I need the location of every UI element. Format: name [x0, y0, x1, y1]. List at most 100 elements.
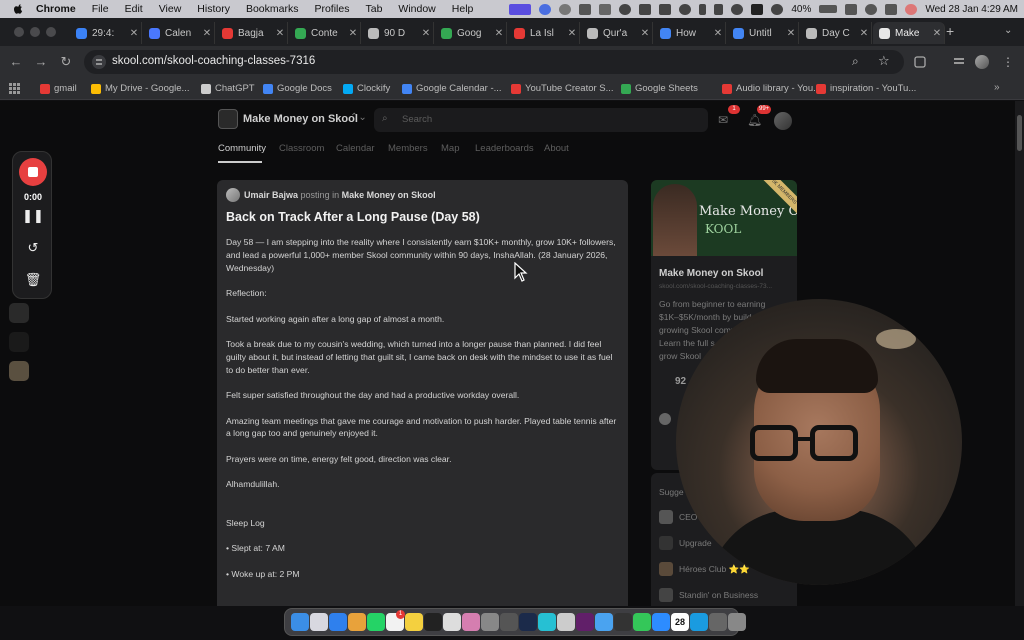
menu-history[interactable]: History [197, 3, 230, 15]
sidebar-app-icon-2[interactable] [9, 332, 29, 352]
browser-tab[interactable]: Bagja ✕ [216, 22, 288, 44]
admin-avatar[interactable] [659, 413, 671, 425]
browser-tab[interactable]: Goog ✕ [435, 22, 507, 44]
menu-window[interactable]: Window [398, 3, 435, 15]
dock-photos-icon[interactable] [462, 613, 480, 631]
siri-icon[interactable] [905, 3, 918, 15]
tab-members[interactable]: Members [388, 143, 428, 154]
browser-tab[interactable]: 90 D ✕ [362, 22, 434, 44]
battery-icon[interactable] [819, 5, 838, 13]
suggested-community-item[interactable]: CEO [659, 510, 697, 524]
dock-chrome-icon[interactable] [348, 613, 366, 631]
bookmark-item[interactable]: Google Calendar -... [402, 83, 502, 94]
group-name[interactable]: Make Money on Skool [243, 113, 358, 125]
dock-reminders-icon[interactable]: 1 [386, 610, 405, 631]
site-info-icon[interactable] [92, 55, 106, 69]
spotlight-icon[interactable] [865, 3, 878, 15]
zoom-window-button[interactable] [46, 27, 56, 37]
post-card[interactable]: Umair Bajwa posting in Make Money on Sko… [217, 180, 628, 606]
close-tab-icon[interactable]: ✕ [930, 28, 944, 39]
dock-system-settings-icon[interactable] [481, 613, 499, 631]
dock-terminal-icon[interactable] [424, 613, 442, 631]
menu-profiles[interactable]: Profiles [314, 3, 349, 15]
reading-list-icon[interactable] [952, 55, 966, 69]
dock-lightroom-icon[interactable] [519, 613, 537, 631]
bookmark-item[interactable]: YouTube Creator S... [511, 83, 614, 94]
url-text[interactable]: skool.com/skool-coaching-classes-7316 [112, 55, 315, 67]
new-tab-button[interactable]: + [946, 23, 954, 39]
close-tab-icon[interactable]: ✕ [784, 28, 798, 39]
browser-tab[interactable]: Calen ✕ [143, 22, 215, 44]
close-tab-icon[interactable]: ✕ [200, 28, 214, 39]
dock-trash-icon[interactable] [728, 613, 746, 631]
author-name[interactable]: Umair Bajwa [244, 190, 298, 200]
suggested-community-item[interactable]: Standin' on Business [659, 588, 758, 602]
pause-icon[interactable]: ❚❚ [13, 208, 53, 224]
browser-tab[interactable]: 29:4: ✕ [70, 22, 142, 44]
forward-arrow-icon[interactable]: → [33, 54, 49, 70]
dock-zoom-icon[interactable] [652, 613, 670, 631]
dock-calendar-icon[interactable]: 28 [671, 613, 689, 631]
close-tab-icon[interactable]: ✕ [492, 28, 506, 39]
reload-icon[interactable]: ↻ [58, 54, 74, 70]
restart-icon[interactable]: ↺ [13, 240, 53, 256]
browser-tab[interactable]: Make ✕ [873, 22, 945, 44]
suggested-community-item[interactable]: Upgrade [659, 536, 712, 550]
group-cover-image[interactable]: Make Money O KOOL 5K MEMBERS [651, 180, 797, 256]
browser-tab[interactable]: La Isl ✕ [508, 22, 580, 44]
apple-icon[interactable] [12, 3, 24, 15]
dock-whatsapp-icon[interactable] [367, 613, 385, 631]
bookmark-item[interactable]: Google Docs [263, 83, 332, 94]
grid-icon[interactable] [579, 3, 592, 15]
clock[interactable]: Wed 28 Jan 4:29 AM [925, 4, 1018, 15]
bookmark-star-icon[interactable]: ☆ [878, 53, 890, 69]
close-window-button[interactable] [14, 27, 24, 37]
wifi-hotspot-icon[interactable] [679, 3, 692, 15]
wifi-icon[interactable] [845, 3, 858, 15]
dock-downloads-icon[interactable] [709, 613, 727, 631]
play-status-icon[interactable] [731, 3, 744, 15]
close-tab-icon[interactable]: ✕ [273, 28, 287, 39]
screen-record-icon[interactable] [509, 3, 532, 15]
menu-view[interactable]: View [159, 3, 182, 15]
bluetooth-icon[interactable] [699, 3, 707, 15]
dock-safari-icon[interactable] [329, 613, 347, 631]
account-icon[interactable] [771, 3, 784, 15]
tab-map[interactable]: Map [441, 143, 459, 154]
group-logo[interactable] [218, 109, 238, 129]
more-menu-icon[interactable]: ⋮ [1002, 55, 1016, 69]
display-icon[interactable] [639, 3, 652, 15]
browser-tab[interactable]: Conte ✕ [289, 22, 361, 44]
menu-bookmarks[interactable]: Bookmarks [246, 3, 299, 15]
dock-mail-icon[interactable] [595, 613, 613, 631]
profile-avatar[interactable] [975, 55, 989, 69]
dock-launchpad-icon[interactable] [310, 613, 328, 631]
input-source-icon[interactable] [751, 3, 764, 15]
tab-search-chevron-icon[interactable]: ⌄ [1004, 25, 1012, 36]
control-center-icon[interactable] [885, 3, 898, 15]
dock-textedit-icon[interactable] [443, 613, 461, 631]
cloud-icon[interactable] [599, 3, 612, 15]
minimize-window-button[interactable] [30, 27, 40, 37]
menu-tab[interactable]: Tab [365, 3, 382, 15]
webcam-overlay[interactable] [676, 299, 962, 585]
meet-icon[interactable] [539, 3, 552, 15]
close-tab-icon[interactable]: ✕ [638, 28, 652, 39]
dock-slack-icon[interactable] [576, 613, 594, 631]
scrollbar-thumb[interactable] [1017, 115, 1022, 151]
back-arrow-icon[interactable]: ← [8, 54, 24, 70]
bookmark-item[interactable]: Google Sheets [621, 83, 698, 94]
browser-tab[interactable]: Day C ✕ [800, 22, 872, 44]
play-icon[interactable] [619, 3, 632, 15]
bookmark-item[interactable]: inspiration - YouTu... [816, 83, 916, 94]
tab-calendar[interactable]: Calendar [336, 143, 375, 154]
post-group-name[interactable]: Make Money on Skool [342, 190, 436, 200]
menu-app-name[interactable]: Chrome [36, 3, 76, 15]
bookmark-item[interactable]: My Drive - Google... [91, 83, 189, 94]
close-tab-icon[interactable]: ✕ [419, 28, 433, 39]
menu-help[interactable]: Help [452, 3, 474, 15]
close-tab-icon[interactable]: ✕ [857, 28, 871, 39]
bookmark-item[interactable]: gmail [40, 83, 77, 94]
apps-grid-icon[interactable] [9, 83, 20, 94]
close-tab-icon[interactable]: ✕ [127, 28, 141, 39]
